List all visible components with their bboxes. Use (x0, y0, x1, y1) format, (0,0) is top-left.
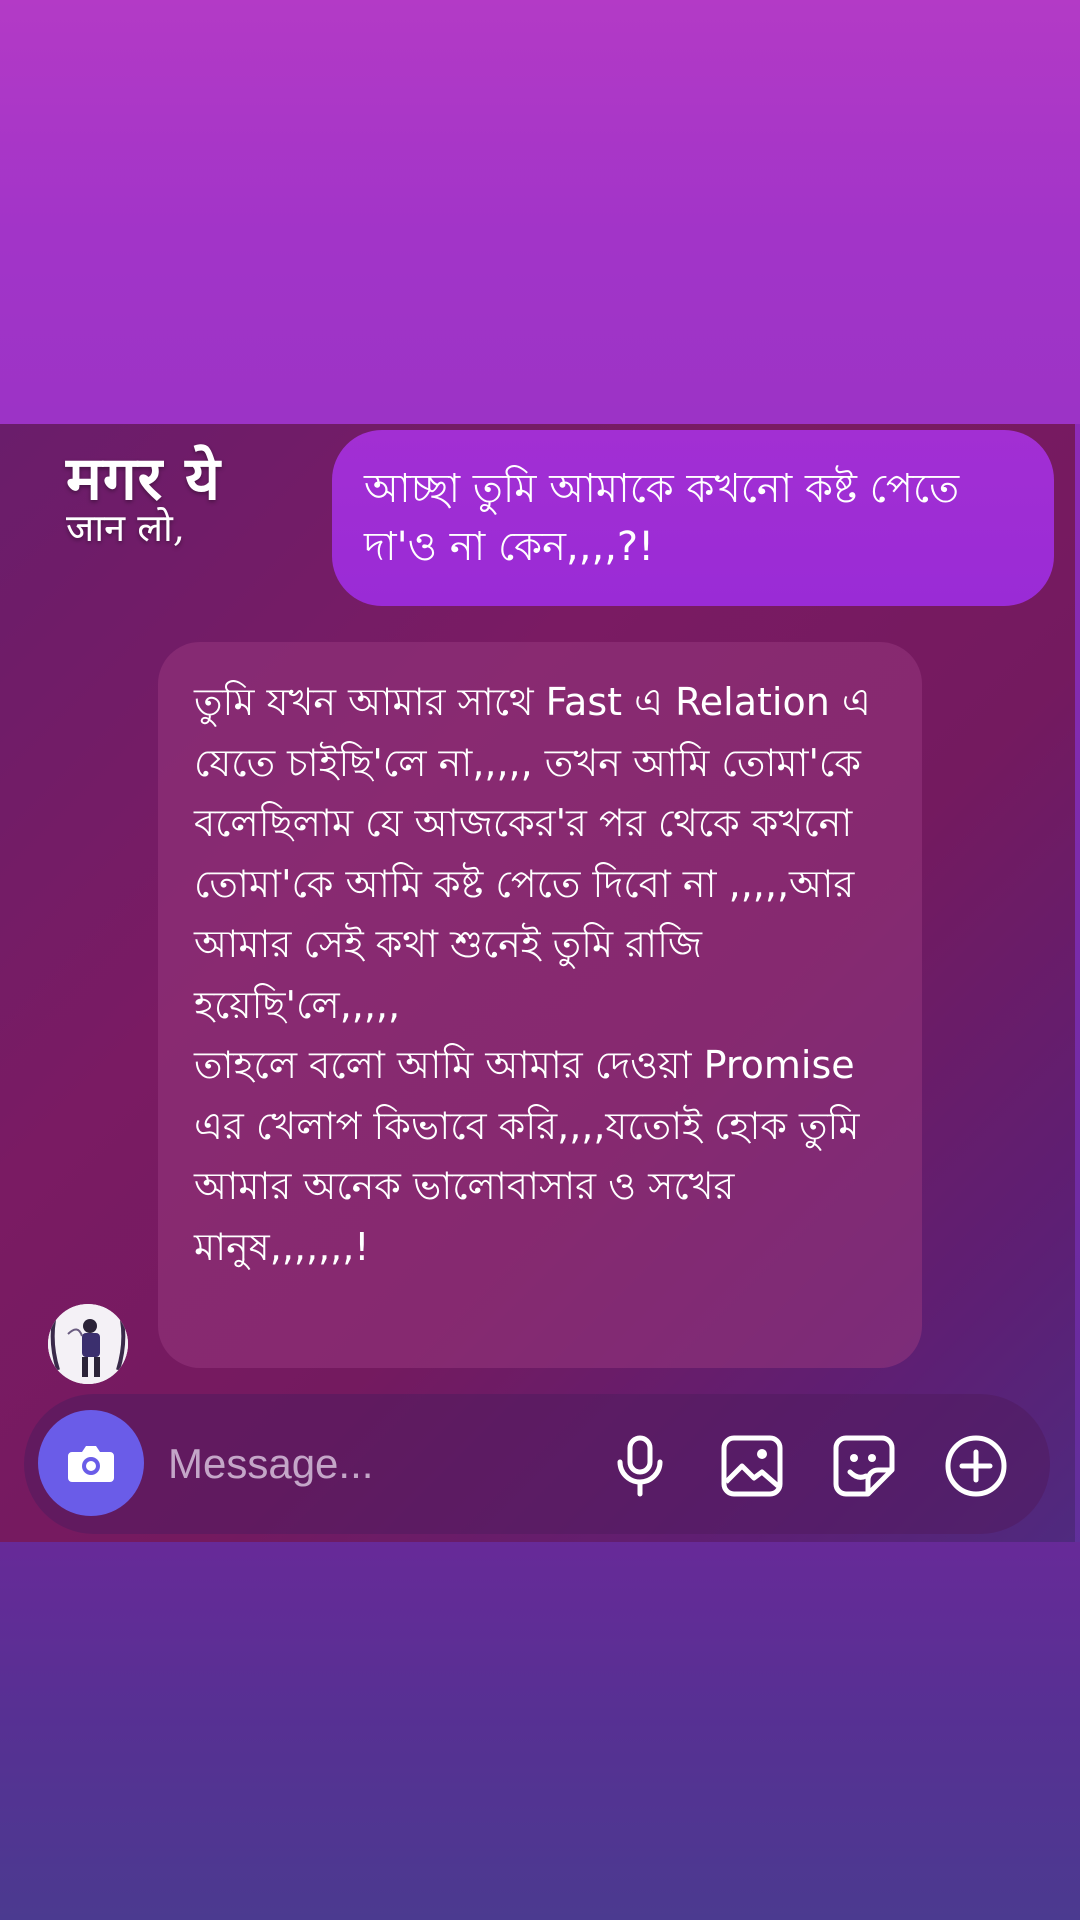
gallery-button[interactable] (720, 1434, 784, 1498)
sticker-button[interactable] (832, 1434, 896, 1498)
avatar-image (48, 1304, 128, 1384)
chat-panel: मगर ये जान लो, আচ্ছা তুমি আমাকে কখনো কষ্… (0, 424, 1075, 1542)
sent-message-text: আচ্ছা তুমি আমাকে কখনো কষ্ট পেতে দা'ও না … (364, 466, 960, 570)
plus-icon (945, 1435, 1007, 1497)
top-background (0, 0, 1080, 424)
gallery-icon (721, 1435, 783, 1497)
message-composer (24, 1394, 1050, 1534)
sticker-icon (833, 1435, 895, 1497)
received-message-bubble[interactable]: তুমি যখন আমার সাথে Fast এ Relation এ যেত… (158, 642, 922, 1368)
camera-icon (68, 1446, 114, 1482)
sent-message-bubble[interactable]: আচ্ছা তুমি আমাকে কখনো কষ্ট পেতে দা'ও না … (332, 430, 1054, 606)
microphone-button[interactable] (608, 1434, 672, 1498)
microphone-icon (617, 1435, 663, 1497)
overlay-caption-line1: मगर ये (66, 444, 221, 514)
message-input[interactable] (168, 1434, 588, 1494)
more-options-button[interactable] (944, 1434, 1008, 1498)
sender-avatar[interactable] (48, 1304, 128, 1384)
overlay-caption-line2: जान लो, (66, 506, 185, 550)
camera-button[interactable] (38, 1410, 144, 1516)
overlay-caption: मगर ये जान लो, (66, 446, 221, 548)
bottom-background (0, 1542, 1080, 1920)
